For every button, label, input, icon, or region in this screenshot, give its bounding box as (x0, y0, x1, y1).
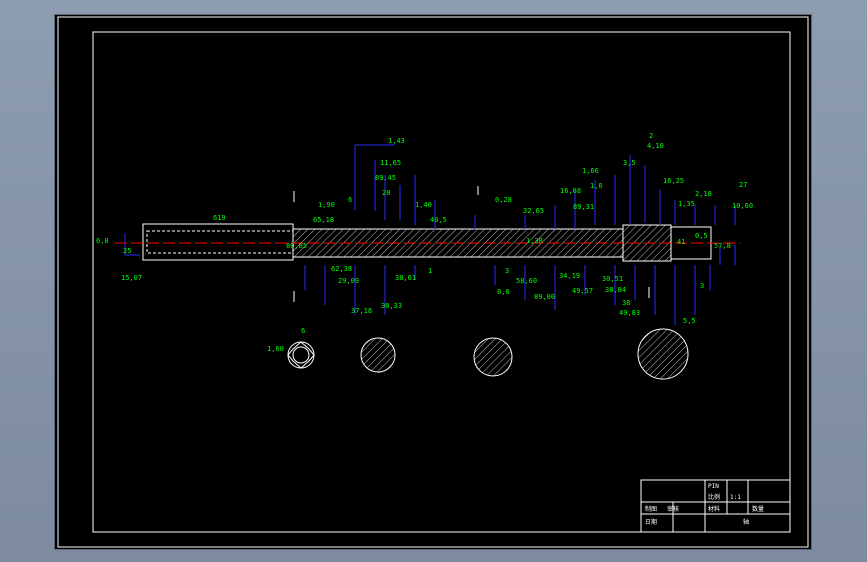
dim-label: 65,18 (313, 216, 334, 224)
section-solid-1 (360, 337, 396, 373)
dim-label: 49,57 (572, 287, 593, 295)
dim-label: 38,04 (605, 286, 626, 294)
dim-label: 49,83 (619, 309, 640, 317)
dim-label: 0,28 (495, 196, 512, 204)
dim-label: 1,6 (590, 182, 603, 190)
dim-label: 89,00 (534, 293, 555, 301)
dim-label: 4,10 (647, 142, 664, 150)
shaft-left-hollow (142, 223, 294, 261)
section-splined (287, 341, 315, 369)
title-cell: 制图 (645, 505, 657, 513)
dim-label: 1,90 (318, 201, 335, 209)
dim-label: 1 (428, 267, 432, 275)
dim-label: 15,07 (121, 274, 142, 282)
cad-viewport[interactable]: 1,43 11,65 89,45 20 1,40 40,5 1,90 65,18… (55, 15, 811, 549)
dim-label: 89,31 (573, 203, 594, 211)
shaft-drawing: 1,43 11,65 89,45 20 1,40 40,5 1,90 65,18… (57, 16, 809, 548)
dim-label: 30,33 (381, 302, 402, 310)
dim-label: 16,68 (560, 187, 581, 195)
title-cell: PIN (708, 483, 719, 490)
dim-label: 80,85 (286, 242, 307, 250)
dim-label: 1,43 (388, 137, 405, 145)
dim-label: 34,19 (559, 272, 580, 280)
title-cell: 审核 (667, 505, 679, 513)
dim-label: 20 (382, 189, 390, 197)
dim-label: 1,66 (582, 167, 599, 175)
dim-label: 38 (622, 299, 630, 307)
dim-label: 27 (739, 181, 747, 189)
dim-label: 2 (649, 132, 653, 140)
dim-label: 1,35 (678, 200, 695, 208)
dim-label: 38,61 (395, 274, 416, 282)
dim-label: 16,25 (663, 177, 684, 185)
dim-label: 62,38 (331, 265, 352, 273)
part-name: 轴 (743, 518, 749, 526)
dim-label: 0,5 (695, 232, 708, 240)
title-cell: 材料 (708, 505, 720, 513)
section-dim-label: 6 (301, 327, 305, 335)
shaft-left-bore (146, 230, 294, 254)
dim-label: 1,38 (526, 237, 543, 245)
dim-label: 30,51 (602, 275, 623, 283)
title-cell: 数量 (752, 505, 764, 513)
title-cell: 日期 (645, 518, 657, 526)
section-solid-3 (637, 328, 689, 380)
inner-frame (92, 31, 791, 533)
section-dim-label: 1,60 (267, 345, 284, 353)
dim-label: 2,18 (695, 190, 712, 198)
dim-label: 29,09 (338, 277, 359, 285)
dim-label: 37,18 (351, 307, 372, 315)
dim-label: 11,65 (380, 159, 401, 167)
title-cell: 1:1 (730, 494, 741, 501)
dim-label: 41 (677, 238, 685, 246)
dim-label: 6 (348, 196, 352, 204)
section-solid-2 (473, 337, 513, 377)
dim-label: 10,60 (732, 202, 753, 210)
dim-label: 57,8 (714, 242, 731, 250)
dim-label: 6,8 (96, 237, 109, 245)
dim-label: 32,65 (523, 207, 544, 215)
dim-label: 1,40 (415, 201, 432, 209)
cross-sections (287, 328, 689, 380)
section-dim-label: 5,5 (683, 317, 696, 325)
dim-label: 40,5 (430, 216, 447, 224)
dim-label: 619 (213, 214, 226, 222)
dim-label: 25 (123, 247, 131, 255)
dim-label: 3 (700, 282, 704, 290)
dim-label: 0,6 (497, 288, 510, 296)
dim-label: 58,60 (516, 277, 537, 285)
dim-label: 3 (505, 267, 509, 275)
dim-label: 3,5 (623, 159, 636, 167)
title-cell: 比例 (708, 493, 720, 501)
dim-label: 89,45 (375, 174, 396, 182)
